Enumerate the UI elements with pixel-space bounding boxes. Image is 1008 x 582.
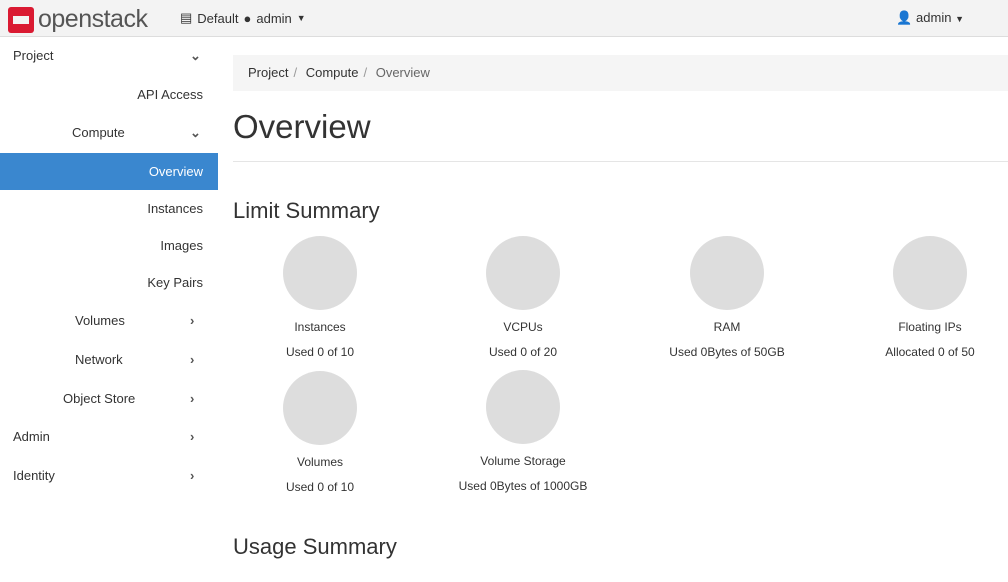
top-bar: openstack ▤ Default ● admin ▼ 👤 admin ▼ bbox=[0, 0, 1008, 37]
limit-usage: Allocated 0 of 50 bbox=[828, 345, 1008, 359]
sidebar-item-network[interactable]: Network › bbox=[0, 341, 218, 378]
limit-chart-instances: Instances Used 0 of 10 bbox=[218, 236, 422, 359]
pie-chart bbox=[486, 370, 560, 444]
sidebar-item-object-store[interactable]: Object Store › bbox=[0, 380, 218, 417]
chevron-right-icon: › bbox=[190, 418, 194, 455]
limit-name: VCPUs bbox=[421, 320, 625, 335]
limit-chart-volumes: Volumes Used 0 of 10 bbox=[218, 371, 422, 494]
limit-name: Floating IPs bbox=[828, 320, 1008, 335]
limit-usage: Used 0Bytes of 1000GB bbox=[421, 479, 625, 493]
logo-icon bbox=[8, 7, 34, 33]
limit-chart-floating-ips: Floating IPs Allocated 0 of 50 bbox=[828, 236, 1008, 359]
limit-name: Instances bbox=[218, 320, 422, 335]
label: Compute bbox=[72, 125, 125, 140]
label: Project bbox=[13, 48, 53, 63]
label: Admin bbox=[13, 429, 50, 444]
limit-usage: Used 0 of 10 bbox=[218, 345, 422, 359]
limit-chart-vcpus: VCPUs Used 0 of 20 bbox=[421, 236, 625, 359]
chevron-down-icon: ⌄ bbox=[190, 114, 201, 151]
sidebar-item-overview[interactable]: Overview bbox=[0, 153, 218, 190]
limit-name: RAM bbox=[625, 320, 829, 335]
sidebar-item-admin[interactable]: Admin › bbox=[0, 418, 218, 455]
label: API Access bbox=[137, 87, 203, 102]
breadcrumb-project[interactable]: Project bbox=[248, 65, 288, 80]
page-title: Overview bbox=[233, 108, 371, 146]
user-label: admin bbox=[916, 10, 951, 25]
label: Network bbox=[75, 352, 123, 367]
limit-usage: Used 0 of 20 bbox=[421, 345, 625, 359]
label: Object Store bbox=[63, 391, 135, 406]
label: Volumes bbox=[75, 313, 125, 328]
openstack-logo[interactable]: openstack bbox=[8, 5, 147, 34]
label: Instances bbox=[147, 201, 203, 216]
limit-chart-ram: RAM Used 0Bytes of 50GB bbox=[625, 236, 829, 359]
usage-summary-heading: Usage Summary bbox=[233, 534, 397, 560]
dot-icon: ● bbox=[244, 11, 252, 26]
chevron-right-icon: › bbox=[190, 457, 194, 494]
pie-chart bbox=[283, 236, 357, 310]
label: Identity bbox=[13, 468, 55, 483]
limit-chart-volume-storage: Volume Storage Used 0Bytes of 1000GB bbox=[421, 370, 625, 493]
sidebar-item-identity[interactable]: Identity › bbox=[0, 457, 218, 494]
user-icon: 👤 bbox=[896, 10, 912, 25]
limit-summary-heading: Limit Summary bbox=[233, 198, 380, 224]
pie-chart bbox=[283, 371, 357, 445]
breadcrumb-overview: Overview bbox=[376, 65, 430, 80]
list-icon: ▤ bbox=[180, 10, 192, 26]
project-label: admin bbox=[256, 11, 291, 26]
sidebar-item-compute[interactable]: Compute ⌄ bbox=[0, 114, 218, 151]
chevron-right-icon: › bbox=[190, 341, 194, 378]
limit-usage: Used 0 of 10 bbox=[218, 480, 422, 494]
chevron-right-icon: › bbox=[190, 380, 194, 417]
limit-usage: Used 0Bytes of 50GB bbox=[625, 345, 829, 359]
label: Images bbox=[160, 238, 203, 253]
sidebar-item-instances[interactable]: Instances bbox=[0, 190, 218, 227]
caret-down-icon: ▼ bbox=[297, 13, 306, 23]
pie-chart bbox=[486, 236, 560, 310]
label: Overview bbox=[149, 164, 203, 179]
caret-down-icon: ▼ bbox=[955, 14, 964, 24]
project-selector[interactable]: ▤ Default ● admin ▼ bbox=[180, 10, 306, 26]
brand-text: openstack bbox=[38, 5, 147, 34]
divider bbox=[233, 161, 1008, 162]
domain-label: Default bbox=[197, 11, 238, 26]
chevron-right-icon: › bbox=[190, 302, 194, 339]
limit-name: Volumes bbox=[218, 455, 422, 470]
breadcrumb-compute[interactable]: Compute bbox=[306, 65, 359, 80]
sidebar-item-images[interactable]: Images bbox=[0, 227, 218, 264]
pie-chart bbox=[893, 236, 967, 310]
sidebar-item-volumes[interactable]: Volumes › bbox=[0, 302, 218, 339]
limit-name: Volume Storage bbox=[421, 454, 625, 469]
sidebar-item-project[interactable]: Project ⌄ bbox=[0, 37, 218, 74]
sidebar-item-api-access[interactable]: API Access bbox=[0, 76, 218, 113]
breadcrumb: Project/ Compute/ Overview bbox=[233, 55, 1008, 91]
chevron-down-icon: ⌄ bbox=[190, 37, 201, 74]
user-menu[interactable]: 👤 admin ▼ bbox=[896, 10, 964, 26]
sidebar-item-key-pairs[interactable]: Key Pairs bbox=[0, 264, 218, 301]
pie-chart bbox=[690, 236, 764, 310]
label: Key Pairs bbox=[147, 275, 203, 290]
